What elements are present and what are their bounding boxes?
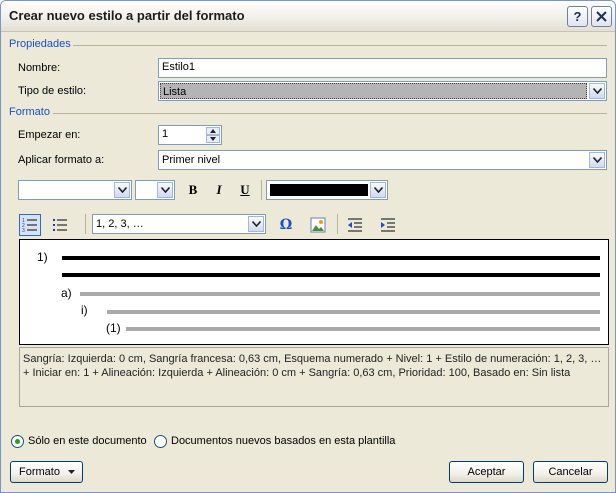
preview-line	[62, 273, 600, 277]
aplicar-value: Primer nivel	[162, 154, 221, 166]
title-bar: Crear nuevo estilo a partir del formato …	[1, 1, 615, 32]
preview-level3-number: i)	[81, 303, 88, 317]
underline-icon: U	[240, 182, 250, 197]
tipo-estilo-label: Tipo de estilo:	[18, 85, 87, 97]
italic-icon: I	[216, 182, 222, 197]
section-formato: Formato	[9, 106, 50, 118]
toolbar-divider	[337, 214, 338, 234]
insert-picture-button[interactable]	[307, 214, 329, 236]
preview-level1-number: 1)	[37, 250, 48, 264]
increase-indent-button[interactable]	[377, 214, 399, 236]
separator	[53, 113, 607, 114]
aceptar-button[interactable]: Aceptar	[449, 461, 524, 483]
formato-menu-button[interactable]: Formato	[10, 461, 83, 483]
preview-level2-number: a)	[61, 286, 72, 300]
preview-line	[80, 292, 600, 296]
color-swatch	[270, 184, 368, 196]
list-preview: 1) a) i) (1)	[19, 239, 609, 345]
empezar-spinner[interactable]: 1	[158, 125, 222, 145]
plantilla-label[interactable]: Documentos nuevos basados en esta planti…	[171, 435, 395, 447]
radio-solo-documento[interactable]	[11, 435, 24, 448]
toolbar-divider	[85, 214, 86, 234]
help-icon: ?	[573, 9, 582, 24]
preview-line	[126, 327, 600, 331]
chevron-down-icon[interactable]	[114, 182, 130, 198]
style-description: Sangría: Izquierda: 0 cm, Sangría france…	[19, 347, 609, 407]
aplicar-select[interactable]: Primer nivel	[158, 150, 607, 170]
bullet-list-button[interactable]	[49, 214, 71, 236]
chevron-down-icon[interactable]	[589, 83, 605, 99]
numbering-style-value: 1, 2, 3, …	[96, 218, 144, 230]
empezar-value: 1	[162, 128, 169, 140]
separator	[73, 45, 607, 46]
spin-down-button[interactable]	[206, 135, 220, 143]
tipo-estilo-select[interactable]: Lista	[158, 81, 607, 101]
chevron-down-icon[interactable]	[370, 182, 386, 198]
dialog-window: Crear nuevo estilo a partir del formato …	[0, 0, 616, 493]
solo-documento-label[interactable]: Sólo en este documento	[28, 435, 147, 447]
close-button[interactable]	[591, 6, 612, 27]
decrease-indent-icon	[348, 218, 362, 232]
spin-up-button[interactable]	[206, 127, 220, 135]
picture-icon	[310, 217, 326, 233]
increase-indent-icon	[381, 218, 395, 232]
aplicar-label: Aplicar formato a:	[18, 154, 105, 166]
chevron-down-icon[interactable]	[157, 182, 173, 198]
cancelar-label: Cancelar	[548, 466, 593, 478]
omega-icon: Ω	[279, 217, 293, 233]
nombre-input[interactable]: Estilo1	[158, 58, 607, 78]
chevron-down-icon[interactable]	[589, 152, 605, 168]
numbered-list-button[interactable]: 1 2 3	[19, 214, 41, 236]
window-title: Crear nuevo estilo a partir del formato	[9, 8, 245, 23]
toolbar-divider	[261, 180, 262, 200]
caret-down-icon	[67, 470, 75, 474]
section-propiedades: Propiedades	[9, 38, 71, 50]
font-select[interactable]	[18, 180, 132, 200]
preview-level4-number: (1)	[106, 321, 121, 335]
close-icon	[596, 11, 607, 22]
aceptar-label: Aceptar	[467, 466, 506, 478]
chevron-down-icon[interactable]	[248, 216, 264, 232]
bullet-list-icon	[53, 219, 67, 231]
font-color-select[interactable]	[266, 180, 388, 200]
bold-icon: B	[188, 182, 198, 197]
empezar-label: Empezar en:	[18, 129, 81, 141]
italic-button[interactable]: I	[208, 179, 230, 201]
insert-symbol-button[interactable]: Ω	[275, 214, 297, 236]
arrow-down-icon	[210, 137, 216, 141]
cancelar-button[interactable]: Cancelar	[533, 461, 608, 483]
help-button[interactable]: ?	[567, 6, 588, 27]
description-line: + Iniciar en: 1 + Alineación: Izquierda …	[23, 367, 571, 379]
formato-button-label: Formato	[19, 466, 60, 478]
decrease-indent-button[interactable]	[344, 214, 366, 236]
nombre-label: Nombre:	[18, 62, 61, 74]
bold-button[interactable]: B	[182, 179, 204, 201]
radio-plantilla[interactable]	[154, 435, 167, 448]
tipo-estilo-value: Lista	[160, 83, 587, 99]
svg-text:3: 3	[22, 228, 25, 233]
underline-button[interactable]: U	[234, 179, 256, 201]
preview-line	[107, 310, 600, 314]
numbered-list-icon: 1 2 3	[22, 218, 37, 233]
numbering-style-select[interactable]: 1, 2, 3, …	[92, 214, 266, 234]
font-size-select[interactable]	[135, 180, 175, 200]
preview-line	[62, 256, 600, 260]
description-line: Sangría: Izquierda: 0 cm, Sangría france…	[23, 353, 602, 365]
arrow-up-icon	[210, 129, 216, 133]
